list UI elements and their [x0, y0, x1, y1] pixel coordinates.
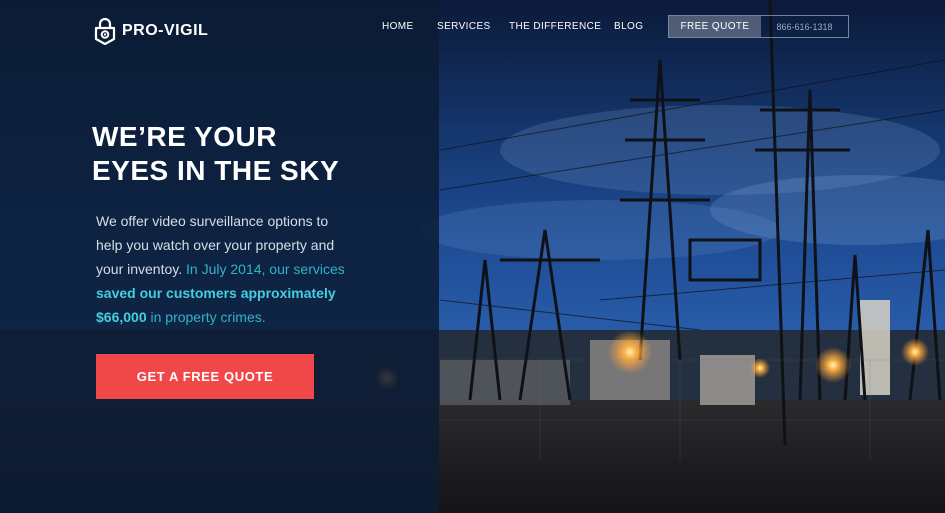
- description-line-4: saved our customers approximately: [96, 285, 336, 301]
- hero-section: PRO-VIGIL HOME SERVICES THE DIFFERENCE B…: [0, 0, 945, 513]
- hero-description: We offer video surveillance options to h…: [96, 209, 396, 329]
- description-line-2: help you watch over your property and: [96, 237, 335, 253]
- free-quote-button[interactable]: FREE QUOTE: [669, 16, 761, 37]
- description-line-5: $66,000 in property crimes.: [96, 305, 396, 329]
- description-line-1: We offer video surveillance options to: [96, 213, 329, 229]
- savings-amount: $66,000: [96, 309, 147, 325]
- nav-link-home[interactable]: HOME: [382, 21, 414, 32]
- brand-logo[interactable]: PRO-VIGIL: [94, 17, 208, 45]
- description-highlight: In July 2014, our services: [182, 261, 345, 277]
- headline-line-1: WE’RE YOUR: [92, 121, 277, 152]
- nav-link-blog[interactable]: BLOG: [614, 21, 643, 32]
- nav-link-the-difference[interactable]: THE DIFFERENCE: [509, 21, 601, 32]
- description-line-3: your inventoy. In July 2014, our service…: [96, 257, 396, 281]
- nav-link-services[interactable]: SERVICES: [437, 21, 491, 32]
- brand-name: PRO-VIGIL: [122, 22, 209, 39]
- hero-headline: WE’RE YOUR EYES IN THE SKY: [92, 120, 422, 188]
- description-text: your inventoy.: [96, 261, 183, 277]
- phone-number[interactable]: 866-616-1318: [761, 16, 848, 37]
- get-free-quote-button[interactable]: GET A FREE QUOTE: [96, 354, 314, 399]
- lock-eye-icon: [94, 17, 116, 45]
- headline-line-2: EYES IN THE SKY: [92, 155, 340, 186]
- nav-quote-group: FREE QUOTE 866-616-1318: [668, 15, 849, 38]
- top-navigation: PRO-VIGIL HOME SERVICES THE DIFFERENCE B…: [0, 0, 945, 56]
- description-highlight-end: in property crimes.: [146, 309, 266, 325]
